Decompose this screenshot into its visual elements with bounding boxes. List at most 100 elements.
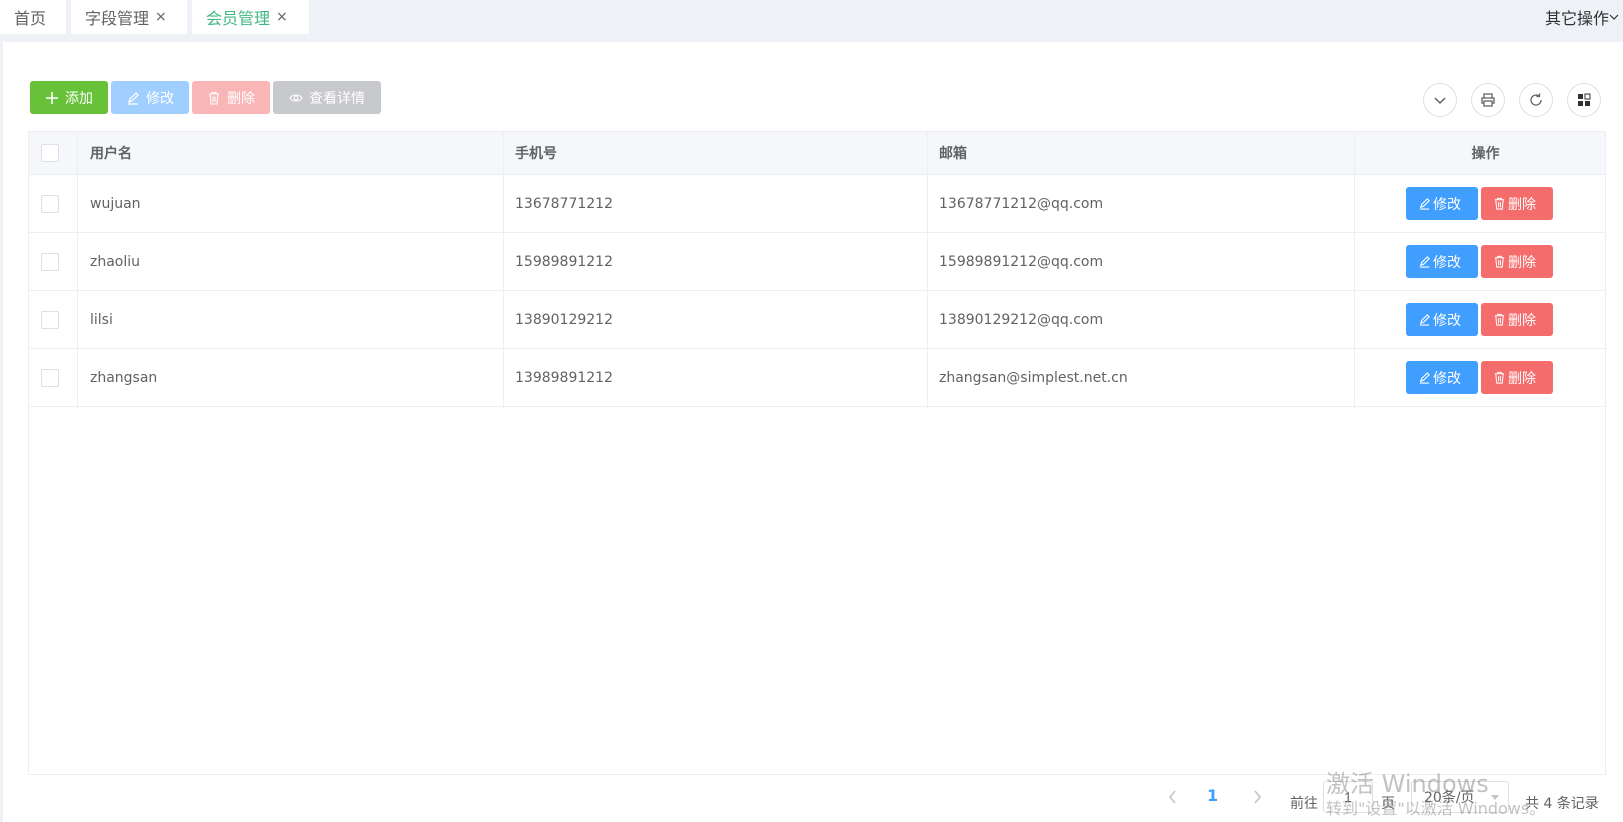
cell-phone: 13989891212 (515, 369, 613, 386)
row-delete-label: 删除 (1508, 196, 1536, 213)
tab-label: 首页 (14, 9, 47, 28)
trash-icon (1494, 313, 1505, 326)
header-username: 用户名 (90, 146, 132, 162)
refresh-icon (1530, 93, 1542, 106)
row-delete-button[interactable]: 删除 (1481, 187, 1553, 220)
row-delete-button[interactable]: 删除 (1481, 303, 1553, 336)
header-phone: 手机号 (515, 146, 557, 162)
cell-username: lilsi (90, 311, 113, 328)
cell-actions: 修改 删除 (1406, 349, 1553, 406)
header-email: 邮箱 (939, 146, 967, 162)
trash-icon (209, 91, 219, 105)
tab-field-management[interactable]: 字段管理 × (71, 0, 187, 34)
tab-label: 字段管理 (85, 9, 150, 28)
edit-icon (1419, 314, 1430, 326)
view-details-button-label: 查看详情 (309, 90, 365, 107)
tab-member-management[interactable]: 会员管理 × (192, 0, 309, 34)
close-icon[interactable]: × (276, 9, 288, 25)
row-select-cell (41, 233, 59, 290)
row-edit-button[interactable]: 修改 (1406, 361, 1478, 394)
chevron-right-icon (1254, 790, 1262, 804)
eye-icon (289, 93, 303, 102)
cell-actions: 修改 删除 (1406, 291, 1553, 348)
trash-icon (1494, 371, 1505, 384)
other-ops-label: 其它操作 (1544, 9, 1609, 28)
table-row: zhangsan 13989891212 zhangsan@simplest.n… (29, 349, 1605, 407)
grid-icon (1578, 93, 1591, 106)
cell-phone: 13890129212 (515, 311, 613, 328)
cell-email: 13890129212@qq.com (939, 311, 1104, 328)
goto-label: 前往 (1290, 796, 1318, 812)
row-edit-label: 修改 (1433, 196, 1461, 213)
row-edit-button[interactable]: 修改 (1406, 187, 1478, 220)
close-icon[interactable]: × (155, 9, 167, 25)
prev-page-button[interactable] (1163, 786, 1183, 808)
edit-button[interactable]: 修改 (111, 81, 189, 114)
tab-home[interactable]: 首页 (0, 0, 66, 34)
cell-email: zhangsan@simplest.net.cn (939, 369, 1128, 386)
header-actions: 操作 (1471, 146, 1500, 162)
row-edit-label: 修改 (1433, 312, 1461, 329)
table-row: wujuan 13678771212 13678771212@qq.com 修改… (29, 175, 1605, 233)
row-delete-button[interactable]: 删除 (1481, 245, 1553, 278)
member-table: 用户名 手机号 邮箱 操作 wujuan 13678771212 1367877… (28, 131, 1606, 775)
edit-icon (1419, 198, 1430, 210)
row-checkbox[interactable] (41, 252, 59, 271)
cell-email: 15989891212@qq.com (939, 253, 1104, 270)
tabs-bar: 首页 字段管理 × 会员管理 × 其它操作 (0, 0, 1623, 34)
select-all-cell (41, 132, 59, 174)
select-all-checkbox[interactable] (41, 144, 59, 162)
print-button[interactable] (1471, 83, 1505, 117)
row-edit-label: 修改 (1433, 254, 1461, 271)
page-number[interactable]: 1 (1207, 786, 1218, 805)
cell-phone: 15989891212 (515, 253, 613, 270)
other-ops-dropdown[interactable]: 其它操作 (1545, 0, 1623, 34)
row-select-cell (41, 291, 59, 348)
row-delete-label: 删除 (1508, 312, 1536, 329)
cell-actions: 修改 删除 (1406, 175, 1553, 232)
table-row: lilsi 13890129212 13890129212@qq.com 修改 … (29, 291, 1605, 349)
view-details-button[interactable]: 查看详情 (273, 81, 381, 114)
row-checkbox[interactable] (41, 310, 59, 329)
refresh-button[interactable] (1519, 83, 1553, 117)
collapse-search-button[interactable] (1423, 83, 1457, 117)
row-edit-label: 修改 (1433, 370, 1461, 387)
cell-username: zhangsan (90, 369, 158, 386)
cell-email: 13678771212@qq.com (939, 195, 1104, 212)
trash-icon (1494, 255, 1505, 268)
chevron-down-icon (1434, 97, 1446, 105)
row-delete-label: 删除 (1508, 370, 1536, 387)
row-checkbox[interactable] (41, 194, 59, 213)
row-edit-button[interactable]: 修改 (1406, 245, 1478, 278)
edit-icon (128, 91, 139, 105)
row-select-cell (41, 175, 59, 232)
chevron-down-icon (1609, 14, 1619, 20)
columns-button[interactable] (1567, 83, 1601, 117)
plus-icon (46, 91, 58, 104)
edit-icon (1419, 256, 1430, 268)
cell-username: zhaoliu (90, 253, 141, 270)
row-edit-button[interactable]: 修改 (1406, 303, 1478, 336)
cell-actions: 修改 删除 (1406, 233, 1553, 290)
cell-phone: 13678771212 (515, 195, 613, 212)
printer-icon (1481, 93, 1495, 107)
row-select-cell (41, 349, 59, 406)
windows-activation-watermark: 激活 Windows (1326, 770, 1489, 798)
edit-button-label: 修改 (146, 90, 174, 107)
row-delete-label: 删除 (1508, 254, 1536, 271)
delete-button[interactable]: 删除 (192, 81, 270, 114)
add-button-label: 添加 (65, 90, 93, 107)
windows-activation-hint: 转到"设置"以激活 Windows。 (1326, 799, 1546, 818)
table-row: zhaoliu 15989891212 15989891212@qq.com 修… (29, 233, 1605, 291)
next-page-button[interactable] (1247, 786, 1267, 808)
chevron-left-icon (1168, 790, 1176, 804)
edit-icon (1419, 372, 1430, 384)
tab-label: 会员管理 (206, 9, 271, 28)
trash-icon (1494, 197, 1505, 210)
row-checkbox[interactable] (41, 368, 59, 387)
delete-button-label: 删除 (227, 90, 255, 107)
table-header: 用户名 手机号 邮箱 操作 (29, 132, 1605, 175)
row-delete-button[interactable]: 删除 (1481, 361, 1553, 394)
cell-username: wujuan (90, 195, 141, 212)
add-button[interactable]: 添加 (30, 81, 108, 114)
